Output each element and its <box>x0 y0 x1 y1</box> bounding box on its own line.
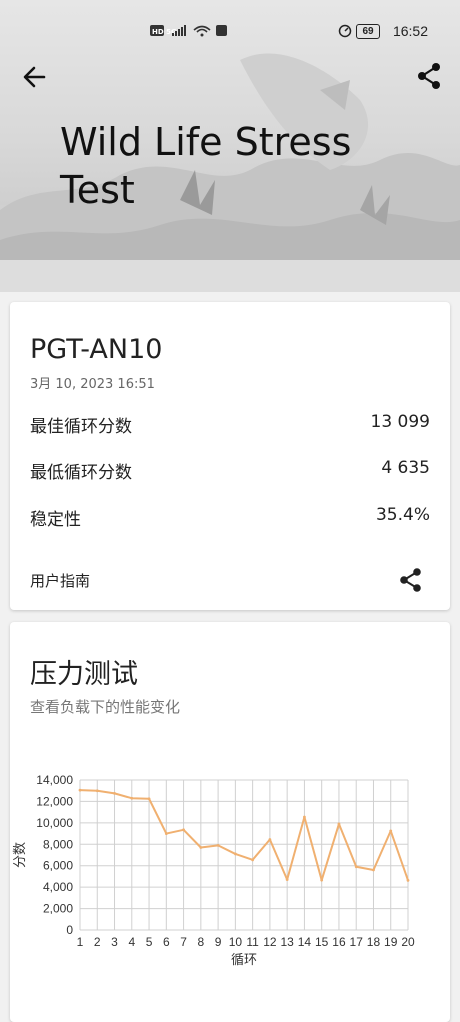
y-tick-label: 8,000 <box>43 837 73 851</box>
data-point <box>216 843 220 847</box>
x-tick-label: 3 <box>111 935 118 949</box>
x-tick-label: 11 <box>246 935 259 949</box>
battery-indicator: 69 <box>356 24 380 39</box>
x-tick-label: 18 <box>367 935 381 949</box>
section-subtitle: 查看负载下的性能变化 <box>30 698 181 716</box>
stat-label: 稳定性 <box>30 510 81 530</box>
data-point <box>95 789 99 793</box>
data-point <box>337 822 341 826</box>
data-point <box>268 838 272 841</box>
share-icon[interactable] <box>398 567 424 593</box>
y-tick-label: 6,000 <box>43 859 73 873</box>
stat-label: 最低循环分数 <box>30 463 132 483</box>
x-tick-label: 9 <box>215 935 222 949</box>
result-card: PGT-AN10 3月 10, 2023 16:51 最佳循环分数 13 099… <box>10 302 450 610</box>
y-tick-label: 2,000 <box>43 902 73 916</box>
speed-gauge-icon <box>338 24 352 41</box>
data-point <box>199 846 203 849</box>
status-bar: HD 5G 69 16:52 <box>0 22 460 42</box>
stat-label: 最佳循环分数 <box>30 417 132 437</box>
x-tick-label: 8 <box>197 935 204 949</box>
data-point <box>389 829 393 833</box>
data-point <box>164 832 168 835</box>
x-tick-label: 12 <box>263 935 277 949</box>
signal-wifi-icons: HD 5G <box>150 24 230 41</box>
stat-value: 4 635 <box>381 458 430 478</box>
stat-row-stability: 稳定性 35.4% <box>30 505 430 535</box>
hero-banner: HD 5G 69 16:52 Wild Life Stress Test <box>0 0 460 292</box>
x-tick-label: 4 <box>128 935 135 949</box>
x-tick-label: 14 <box>298 935 312 949</box>
data-point <box>233 852 237 856</box>
data-point <box>130 796 134 800</box>
x-tick-label: 5 <box>146 935 153 949</box>
data-point <box>182 828 185 832</box>
data-point <box>406 878 410 882</box>
y-tick-label: 0 <box>66 923 73 937</box>
stat-value: 35.4% <box>375 505 430 525</box>
stat-value: 13 099 <box>370 412 430 432</box>
x-tick-label: 2 <box>94 935 101 949</box>
data-point <box>78 788 82 792</box>
data-point <box>285 878 289 882</box>
data-point <box>147 797 151 801</box>
y-tick-label: 14,000 <box>36 773 73 787</box>
share-icon[interactable] <box>416 62 444 90</box>
x-tick-label: 19 <box>384 935 398 949</box>
y-tick-label: 12,000 <box>36 794 73 808</box>
stress-line-chart: 0 2,000 4,000 6,000 8,000 10,000 12,000 14,000 1… <box>13 773 415 968</box>
x-tick-label: 7 <box>180 935 187 949</box>
series-line <box>79 789 409 882</box>
x-tick-label: 15 <box>315 935 329 949</box>
data-point <box>354 865 358 869</box>
x-tick-label: 10 <box>229 935 243 949</box>
section-title: 压力测试 <box>30 659 138 690</box>
y-tick-label: 4,000 <box>43 880 73 894</box>
device-name: PGT-AN10 <box>30 334 163 365</box>
stat-row-lowest: 最低循环分数 4 635 <box>30 458 430 488</box>
stress-test-card: 压力测试 查看负载下的性能变化 0 2,000 4,000 6,000 8,000 10,… <box>10 622 450 1022</box>
test-date: 3月 10, 2023 16:51 <box>30 377 155 392</box>
data-point <box>303 815 306 819</box>
user-guide-link[interactable]: 用户指南 <box>30 570 90 591</box>
x-tick-label: 17 <box>350 935 364 949</box>
data-point <box>372 868 375 872</box>
status-time: 16:52 <box>392 23 428 39</box>
x-tick-label: 13 <box>280 935 294 949</box>
x-axis-label: 循环 <box>231 953 257 968</box>
y-tick-label: 10,000 <box>36 816 73 830</box>
y-axis-label: 分数 <box>13 842 28 868</box>
data-point <box>113 791 116 795</box>
page-title: Wild Life Stress Test <box>60 120 352 212</box>
back-arrow-icon[interactable] <box>20 62 50 92</box>
x-tick-label: 16 <box>332 935 346 949</box>
stat-row-best: 最佳循环分数 13 099 <box>30 412 430 442</box>
x-tick-label: 6 <box>163 935 170 949</box>
x-tick-label: 20 <box>401 935 415 949</box>
x-tick-label: 1 <box>77 935 84 949</box>
data-point <box>320 878 324 882</box>
data-point <box>251 858 255 862</box>
